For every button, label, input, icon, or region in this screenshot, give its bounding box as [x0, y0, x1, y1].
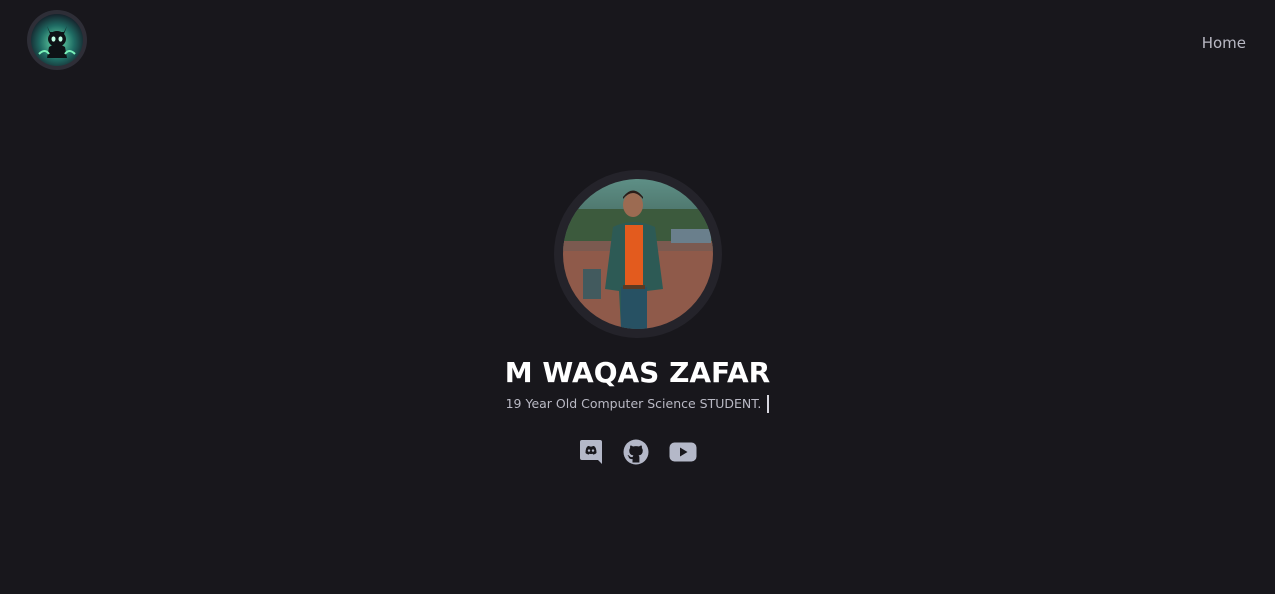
youtube-link[interactable]: [669, 442, 697, 462]
youtube-icon: [669, 442, 696, 462]
nav-home-link[interactable]: Home: [1202, 34, 1246, 52]
page: Home M WAQAS ZAFAR 19 Year Old Computer …: [0, 0, 1275, 594]
tagline-text: 19 Year Old Computer Science STUDENT.: [505, 396, 762, 411]
profile-name: M WAQAS ZAFAR: [504, 356, 771, 389]
discord-icon: [579, 440, 602, 464]
profile-photo: [562, 179, 713, 329]
hollow-knight-logo-icon: [31, 14, 83, 66]
typing-cursor: [767, 395, 770, 413]
site-logo[interactable]: [27, 10, 87, 70]
github-icon: [623, 439, 648, 465]
discord-link[interactable]: [579, 439, 603, 465]
avatar: [553, 170, 722, 338]
hero-section: M WAQAS ZAFAR 19 Year Old Computer Scien…: [0, 170, 1275, 465]
github-link[interactable]: [623, 439, 649, 465]
tagline-row: 19 Year Old Computer Science STUDENT.: [506, 395, 770, 413]
social-links: [579, 439, 697, 465]
